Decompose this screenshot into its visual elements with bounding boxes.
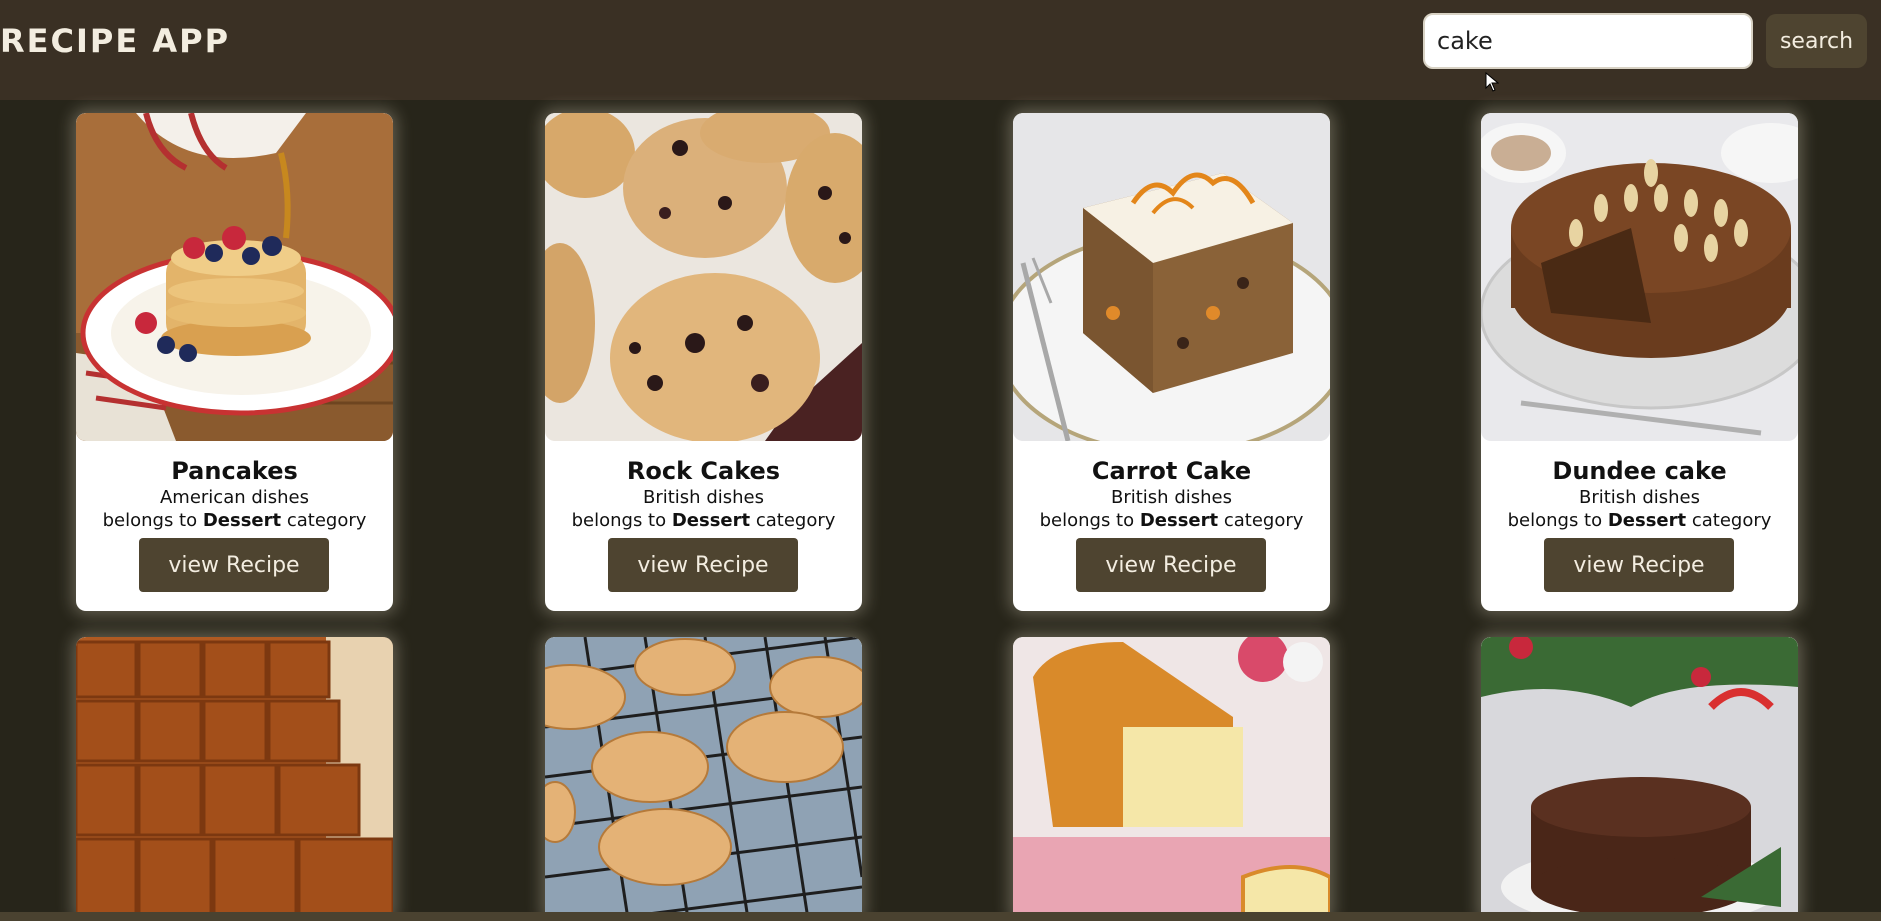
- recipe-image[interactable]: [76, 637, 393, 921]
- search-input[interactable]: [1423, 13, 1753, 69]
- mouse-pointer-icon: [1485, 72, 1499, 92]
- belongs-prefix: belongs to: [571, 510, 672, 531]
- recipe-category-line: belongs to Dessert category: [545, 510, 862, 531]
- recipe-category-line: belongs to Dessert category: [76, 510, 393, 531]
- recipe-area: British dishes: [1111, 487, 1232, 508]
- top-bar: RECIPE APP search: [0, 0, 1881, 100]
- recipe-card: Dundee cake British dishes belongs to De…: [1481, 113, 1798, 611]
- category-name: Dessert: [1607, 510, 1687, 531]
- recipe-card: [545, 637, 862, 921]
- recipe-area: American dishes: [159, 487, 310, 508]
- recipe-category-line: belongs to Dessert category: [1013, 510, 1330, 531]
- belongs-prefix: belongs to: [1039, 510, 1140, 531]
- recipe-image[interactable]: [545, 113, 862, 441]
- recipe-card: [1013, 637, 1330, 921]
- belongs-suffix: category: [750, 510, 836, 531]
- recipe-image[interactable]: [1013, 113, 1330, 441]
- category-name: Dessert: [1139, 510, 1219, 531]
- belongs-suffix: category: [1218, 510, 1304, 531]
- recipe-card: Rock Cakes British dishes belongs to Des…: [545, 113, 862, 611]
- search-button[interactable]: search: [1766, 14, 1867, 68]
- recipe-grid: Pancakes American dishes belongs to Dess…: [0, 100, 1881, 921]
- recipe-category-line: belongs to Dessert category: [1481, 510, 1798, 531]
- view-recipe-button[interactable]: view Recipe: [139, 538, 329, 592]
- recipe-area: British dishes: [1579, 487, 1700, 508]
- recipe-image[interactable]: [76, 113, 393, 441]
- recipe-title: Dundee cake: [1552, 457, 1727, 485]
- view-recipe-button[interactable]: view Recipe: [1076, 538, 1266, 592]
- app-title: RECIPE APP: [0, 22, 231, 60]
- view-recipe-button[interactable]: view Recipe: [1544, 538, 1734, 592]
- category-name: Dessert: [202, 510, 282, 531]
- belongs-suffix: category: [281, 510, 367, 531]
- view-recipe-button[interactable]: view Recipe: [608, 538, 798, 592]
- recipe-title: Rock Cakes: [626, 457, 781, 485]
- recipe-area: British dishes: [643, 487, 764, 508]
- recipe-image[interactable]: [1013, 637, 1330, 921]
- recipe-title: Carrot Cake: [1091, 457, 1252, 485]
- recipe-image[interactable]: [545, 637, 862, 921]
- category-name: Dessert: [671, 510, 751, 531]
- belongs-prefix: belongs to: [102, 510, 203, 531]
- recipe-card: Carrot Cake British dishes belongs to De…: [1013, 113, 1330, 611]
- recipe-image[interactable]: [1481, 637, 1798, 921]
- recipe-card: Pancakes American dishes belongs to Dess…: [76, 113, 393, 611]
- recipe-card: [1481, 637, 1798, 921]
- belongs-prefix: belongs to: [1507, 510, 1608, 531]
- belongs-suffix: category: [1686, 510, 1772, 531]
- recipe-image[interactable]: [1481, 113, 1798, 441]
- bottom-edge: [0, 912, 1881, 921]
- recipe-card: [76, 637, 393, 921]
- recipe-title: Pancakes: [171, 457, 298, 485]
